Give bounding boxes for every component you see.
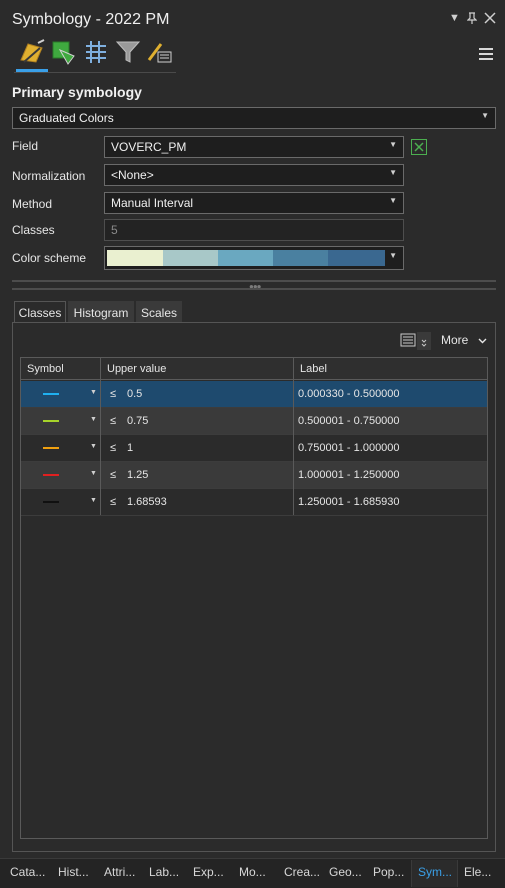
- field-value: VOVERC_PM: [111, 140, 187, 154]
- dock-tab-geoprocessing[interactable]: Geo...: [329, 865, 362, 879]
- less-equal-operator: ≤: [110, 469, 117, 481]
- label-cell[interactable]: 0.750001 - 1.000000: [298, 442, 400, 454]
- column-header-symbol[interactable]: Symbol: [27, 363, 64, 375]
- pin-icon[interactable]: [466, 12, 478, 27]
- table-row[interactable]: ▼ ≤1.25 1.000001 - 1.250000: [21, 462, 487, 489]
- column-header-upper-value[interactable]: Upper value: [107, 363, 166, 375]
- filter-icon[interactable]: [114, 38, 142, 66]
- label-cell[interactable]: 0.500001 - 0.750000: [298, 415, 400, 427]
- chevron-down-icon: ▼: [481, 111, 489, 120]
- upper-value-cell[interactable]: 0.75: [127, 415, 148, 427]
- dock-tab-create[interactable]: Crea...: [284, 865, 320, 879]
- title-bar: Symbology - 2022 PM ▼: [0, 0, 505, 36]
- less-equal-operator: ≤: [110, 496, 117, 508]
- splitter-bottom: [12, 288, 496, 290]
- tab-scales[interactable]: Scales: [136, 301, 182, 323]
- pane-title: Symbology - 2022 PM: [12, 11, 170, 28]
- label-cell[interactable]: 1.250001 - 1.685930: [298, 496, 400, 508]
- close-icon[interactable]: [484, 12, 496, 27]
- more-label: More: [441, 333, 469, 347]
- symbol-swatch[interactable]: [43, 474, 59, 476]
- classes-label: Classes: [12, 223, 55, 237]
- symbol-swatch[interactable]: [43, 447, 59, 449]
- chevron-down-icon: ▼: [389, 196, 397, 205]
- normalization-label: Normalization: [12, 169, 86, 183]
- less-equal-operator: ≤: [110, 388, 117, 400]
- expression-icon[interactable]: [411, 139, 427, 158]
- table-row[interactable]: ▼ ≤0.75 0.500001 - 0.750000: [21, 408, 487, 435]
- symbol-swatch[interactable]: [43, 420, 59, 422]
- less-equal-operator: ≤: [110, 415, 117, 427]
- method-label: Method: [12, 197, 53, 211]
- tab-histogram[interactable]: Histogram: [68, 301, 134, 323]
- dock-tab-popups[interactable]: Pop...: [373, 865, 404, 879]
- chevron-down-icon: [478, 333, 487, 347]
- renderer-dropdown[interactable]: Graduated Colors ▼: [12, 107, 496, 129]
- classes-grid: Symbol Upper value Label ▼ ≤0.5 0.000330 -…: [20, 357, 488, 839]
- chevron-down-icon: ▼: [389, 168, 397, 177]
- normalization-dropdown[interactable]: <None> ▼: [104, 164, 404, 186]
- method-dropdown[interactable]: Manual Interval ▼: [104, 192, 404, 214]
- symbol-swatch[interactable]: [43, 393, 59, 395]
- symbol-chevron-down-icon[interactable]: ▼: [90, 389, 97, 396]
- upper-value-cell[interactable]: 1: [127, 442, 133, 454]
- dock-tab-symbology[interactable]: Sym...: [418, 865, 452, 879]
- column-header-label[interactable]: Label: [300, 363, 327, 375]
- column-divider: [293, 358, 294, 515]
- dock-tab-attributes[interactable]: Attri...: [104, 865, 135, 879]
- color-ramp-segment: [218, 250, 273, 266]
- upper-value-cell[interactable]: 1.25: [127, 469, 148, 481]
- column-divider: [100, 358, 101, 515]
- normalization-value: <None>: [111, 168, 154, 182]
- toolbar-divider: [14, 72, 176, 73]
- classes-dropdown: 5: [104, 219, 404, 241]
- label-cell[interactable]: 1.000001 - 1.250000: [298, 469, 400, 481]
- advanced-symbology-icon[interactable]: [146, 38, 174, 66]
- color-scheme-ramp: [107, 250, 385, 266]
- options-menu-icon[interactable]: [479, 48, 493, 63]
- field-label: Field: [12, 139, 39, 153]
- chevron-down-icon: ▼: [389, 140, 397, 149]
- field-dropdown[interactable]: VOVERC_PM ▼: [104, 136, 404, 158]
- color-ramp-segment: [328, 250, 385, 266]
- color-ramp-segment: [273, 250, 328, 266]
- dock-tab-export[interactable]: Exp...: [193, 865, 224, 879]
- table-row[interactable]: ▼ ≤1.68593 1.250001 - 1.685930: [21, 489, 487, 516]
- vary-symbology-icon[interactable]: [50, 38, 78, 66]
- method-value: Manual Interval: [111, 196, 194, 210]
- dock-tab-history[interactable]: Hist...: [58, 865, 89, 879]
- color-scheme-label: Color scheme: [12, 251, 87, 265]
- color-ramp-segment: [163, 250, 218, 266]
- less-equal-operator: ≤: [110, 442, 117, 454]
- tab-classes[interactable]: Classes: [14, 301, 66, 323]
- symbol-chevron-down-icon[interactable]: ▼: [90, 497, 97, 504]
- symbol-layer-drawing-icon[interactable]: [82, 38, 110, 66]
- color-ramp-segment: [107, 250, 163, 266]
- dock-tab-catalog[interactable]: Cata...: [10, 865, 45, 879]
- chevron-down-icon: ▼: [389, 251, 397, 260]
- symbol-swatch[interactable]: [43, 501, 59, 503]
- renderer-value: Graduated Colors: [19, 111, 114, 125]
- more-dropdown[interactable]: More: [441, 333, 487, 347]
- symbol-chevron-down-icon[interactable]: ▼: [90, 443, 97, 450]
- upper-value-cell[interactable]: 0.5: [127, 388, 142, 400]
- classes-value: 5: [111, 223, 118, 237]
- label-cell[interactable]: 0.000330 - 0.500000: [298, 388, 400, 400]
- dock-tab-element[interactable]: Ele...: [464, 865, 491, 879]
- table-row[interactable]: ▼ ≤0.5 0.000330 - 0.500000: [21, 381, 487, 408]
- primary-symbology-icon[interactable]: [18, 38, 46, 66]
- symbol-chevron-down-icon[interactable]: ▼: [90, 416, 97, 423]
- pane-menu-chevron-icon[interactable]: ▼: [449, 12, 460, 24]
- grid-header: Symbol Upper value Label: [21, 358, 487, 380]
- symbol-chevron-down-icon[interactable]: ▼: [90, 470, 97, 477]
- table-row[interactable]: ▼ ≤1 0.750001 - 1.000000: [21, 435, 487, 462]
- dock-tabs: Cata... Hist... Attri... Lab... Exp... M…: [0, 858, 505, 888]
- upper-value-cell[interactable]: 1.68593: [127, 496, 167, 508]
- section-title: Primary symbology: [12, 84, 142, 100]
- list-view-icon[interactable]: [399, 331, 433, 354]
- dock-tab-labeling[interactable]: Lab...: [149, 865, 179, 879]
- dock-tab-modify[interactable]: Mo...: [239, 865, 266, 879]
